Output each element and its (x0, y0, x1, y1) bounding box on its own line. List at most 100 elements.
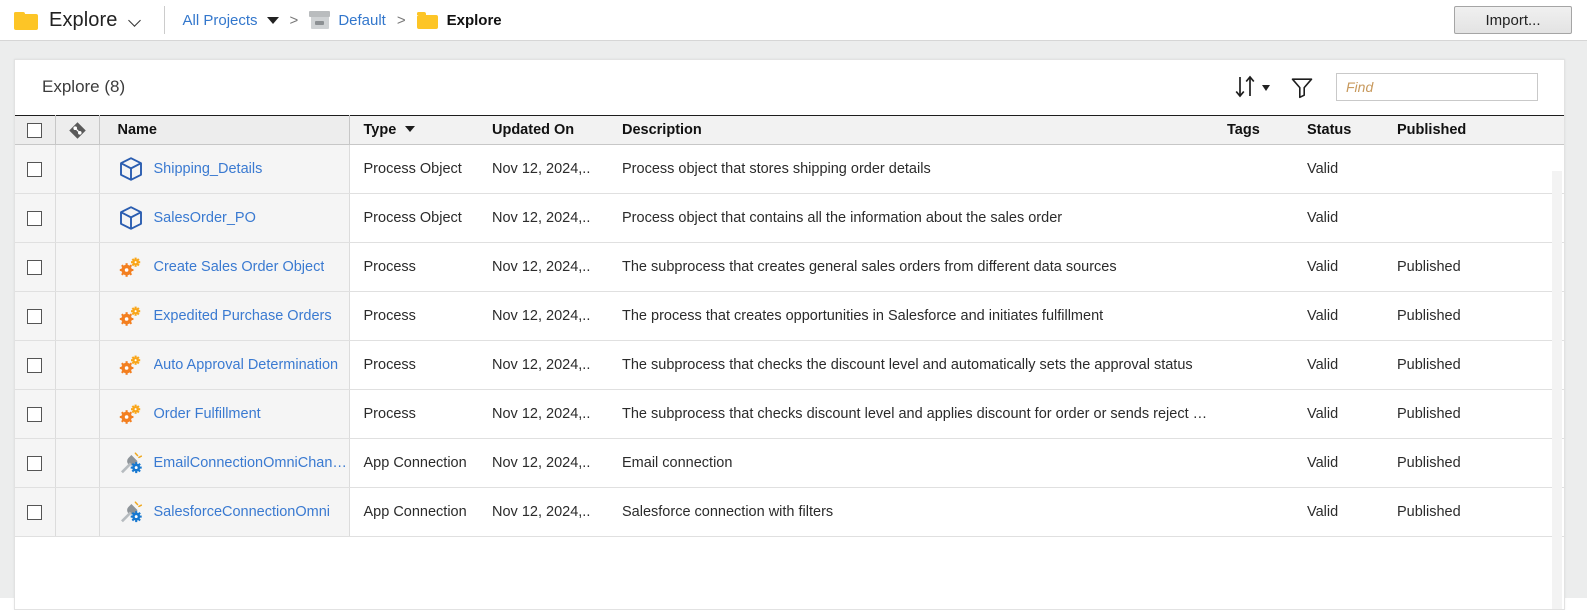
row-name-link[interactable]: Shipping_Details (154, 161, 263, 177)
table-row[interactable]: Shipping_Details Process Object Nov 12, 20… (15, 144, 1564, 194)
search-input[interactable] (1336, 73, 1538, 101)
row-type-cell: App Connection (349, 438, 480, 488)
row-select-cell (15, 291, 56, 341)
row-checkbox[interactable] (27, 357, 43, 373)
plug-gear-icon (120, 501, 142, 523)
sort-icon[interactable] (1234, 72, 1272, 102)
table-body: Shipping_Details Process Object Nov 12, 20… (15, 144, 1564, 537)
row-lineage-cell (55, 340, 100, 390)
row-name-link[interactable]: Order Fulfillment (154, 406, 261, 422)
row-checkbox[interactable] (27, 161, 43, 177)
row-description-cell: Salesforce connection with filters (610, 487, 1227, 537)
row-description-cell: Email connection (610, 438, 1227, 488)
row-tags-cell (1227, 487, 1307, 537)
plug-gear-icon (120, 452, 142, 474)
table-row[interactable]: EmailConnectionOmniChannel App Connection… (15, 438, 1564, 488)
row-tags-cell (1227, 389, 1307, 439)
row-published-cell: Published (1397, 242, 1564, 292)
row-select-cell (15, 193, 56, 243)
import-button[interactable]: Import... (1454, 6, 1572, 34)
app-title-group[interactable]: Explore (0, 0, 142, 41)
vertical-scrollbar[interactable] (1552, 171, 1562, 609)
row-published-cell (1397, 193, 1564, 243)
breadcrumb-default[interactable]: Default (338, 12, 386, 29)
row-checkbox[interactable] (27, 455, 43, 471)
row-updated-on-cell: Nov 12, 2024,.. (480, 340, 610, 390)
row-name-link[interactable]: Create Sales Order Object (154, 259, 325, 275)
column-header-description[interactable]: Description (610, 115, 1227, 145)
row-checkbox[interactable] (27, 308, 43, 324)
row-updated-on-cell: Nov 12, 2024,.. (480, 242, 610, 292)
row-description-text: The subprocess that checks discount leve… (622, 406, 1227, 422)
row-description-cell: The subprocess that checks the discount … (610, 340, 1227, 390)
column-header-type[interactable]: Type (349, 115, 480, 145)
row-description-cell: Process object that stores shipping orde… (610, 144, 1227, 194)
row-type-cell: Process (349, 389, 480, 439)
gears-icon (119, 404, 140, 424)
cube-icon (119, 157, 142, 181)
row-checkbox[interactable] (27, 504, 43, 520)
panel-header: Explore (8) (15, 60, 1564, 115)
filter-funnel-icon[interactable] (1290, 72, 1316, 102)
row-status-cell: Valid (1307, 144, 1397, 194)
row-type-cell: Process (349, 340, 480, 390)
row-checkbox[interactable] (27, 406, 43, 422)
table-row[interactable]: Order Fulfillment Process Nov 12, 2024,.. T… (15, 389, 1564, 439)
row-status-cell: Valid (1307, 193, 1397, 243)
app-title: Explore (49, 8, 118, 31)
row-type-cell: Process Object (349, 193, 480, 243)
column-header-type-label: Type (363, 122, 397, 138)
row-updated-on-cell: Nov 12, 2024,.. (480, 144, 610, 194)
row-name-link[interactable]: SalesOrder_PO (154, 210, 256, 226)
chevron-down-icon[interactable] (129, 14, 142, 27)
row-name-link[interactable]: Auto Approval Determination (154, 357, 339, 373)
row-updated-on-cell: Nov 12, 2024,.. (480, 438, 610, 488)
column-header-status[interactable]: Status (1307, 115, 1397, 145)
cube-icon (119, 206, 142, 230)
column-header-published[interactable]: Published (1397, 115, 1564, 145)
row-description-cell: Process object that contains all the inf… (610, 193, 1227, 243)
table-row[interactable]: SalesforceConnectionOmni App Connection No… (15, 487, 1564, 537)
row-name-cell: SalesforceConnectionOmni (99, 487, 350, 537)
row-updated-on-cell: Nov 12, 2024,.. (480, 193, 610, 243)
row-description-text: The subprocess that checks the discount … (622, 357, 1193, 373)
column-header-name[interactable]: Name (99, 115, 350, 145)
column-header-select (15, 115, 56, 145)
row-status-cell: Valid (1307, 389, 1397, 439)
table-row[interactable]: Create Sales Order Object Process Nov 12, … (15, 242, 1564, 292)
row-tags-cell (1227, 438, 1307, 488)
row-description-text: Process object that contains all the inf… (622, 210, 1063, 226)
breadcrumb-all-projects[interactable]: All Projects (183, 12, 258, 29)
row-published-cell: Published (1397, 291, 1564, 341)
table-row[interactable]: Expedited Purchase Orders Process Nov 12, … (15, 291, 1564, 341)
row-name-link[interactable]: SalesforceConnectionOmni (154, 504, 331, 520)
row-select-cell (15, 242, 56, 292)
divider (163, 6, 165, 34)
table-container: Name Type Updated On Description Tags St… (15, 115, 1564, 609)
row-lineage-cell (55, 487, 100, 537)
caret-down-icon[interactable] (266, 16, 279, 24)
row-description-text: The subprocess that creates general sale… (622, 259, 1117, 275)
row-type-cell: App Connection (349, 487, 480, 537)
row-checkbox[interactable] (27, 259, 43, 275)
table-row[interactable]: Auto Approval Determination Process Nov 12… (15, 340, 1564, 390)
select-all-checkbox[interactable] (27, 122, 43, 138)
gears-icon (119, 257, 140, 277)
breadcrumb-explore: Explore (446, 11, 502, 29)
row-checkbox[interactable] (27, 210, 43, 226)
row-name-link[interactable]: Expedited Purchase Orders (154, 308, 332, 324)
table-row[interactable]: SalesOrder_PO Process Object Nov 12, 2024,… (15, 193, 1564, 243)
archive-icon (309, 10, 331, 30)
row-lineage-cell (55, 193, 100, 243)
row-name-link[interactable]: EmailConnectionOmniChannel (154, 455, 349, 471)
column-header-lineage (55, 115, 100, 145)
row-type-cell: Process Object (349, 144, 480, 194)
row-lineage-cell (55, 438, 100, 488)
row-published-cell: Published (1397, 487, 1564, 537)
row-lineage-cell (55, 389, 100, 439)
row-select-cell (15, 389, 56, 439)
top-bar: Explore All Projects > Default > Explore… (0, 0, 1587, 41)
column-header-tags[interactable]: Tags (1227, 115, 1307, 145)
row-name-cell: SalesOrder_PO (99, 193, 350, 243)
column-header-updated-on[interactable]: Updated On (480, 115, 610, 145)
